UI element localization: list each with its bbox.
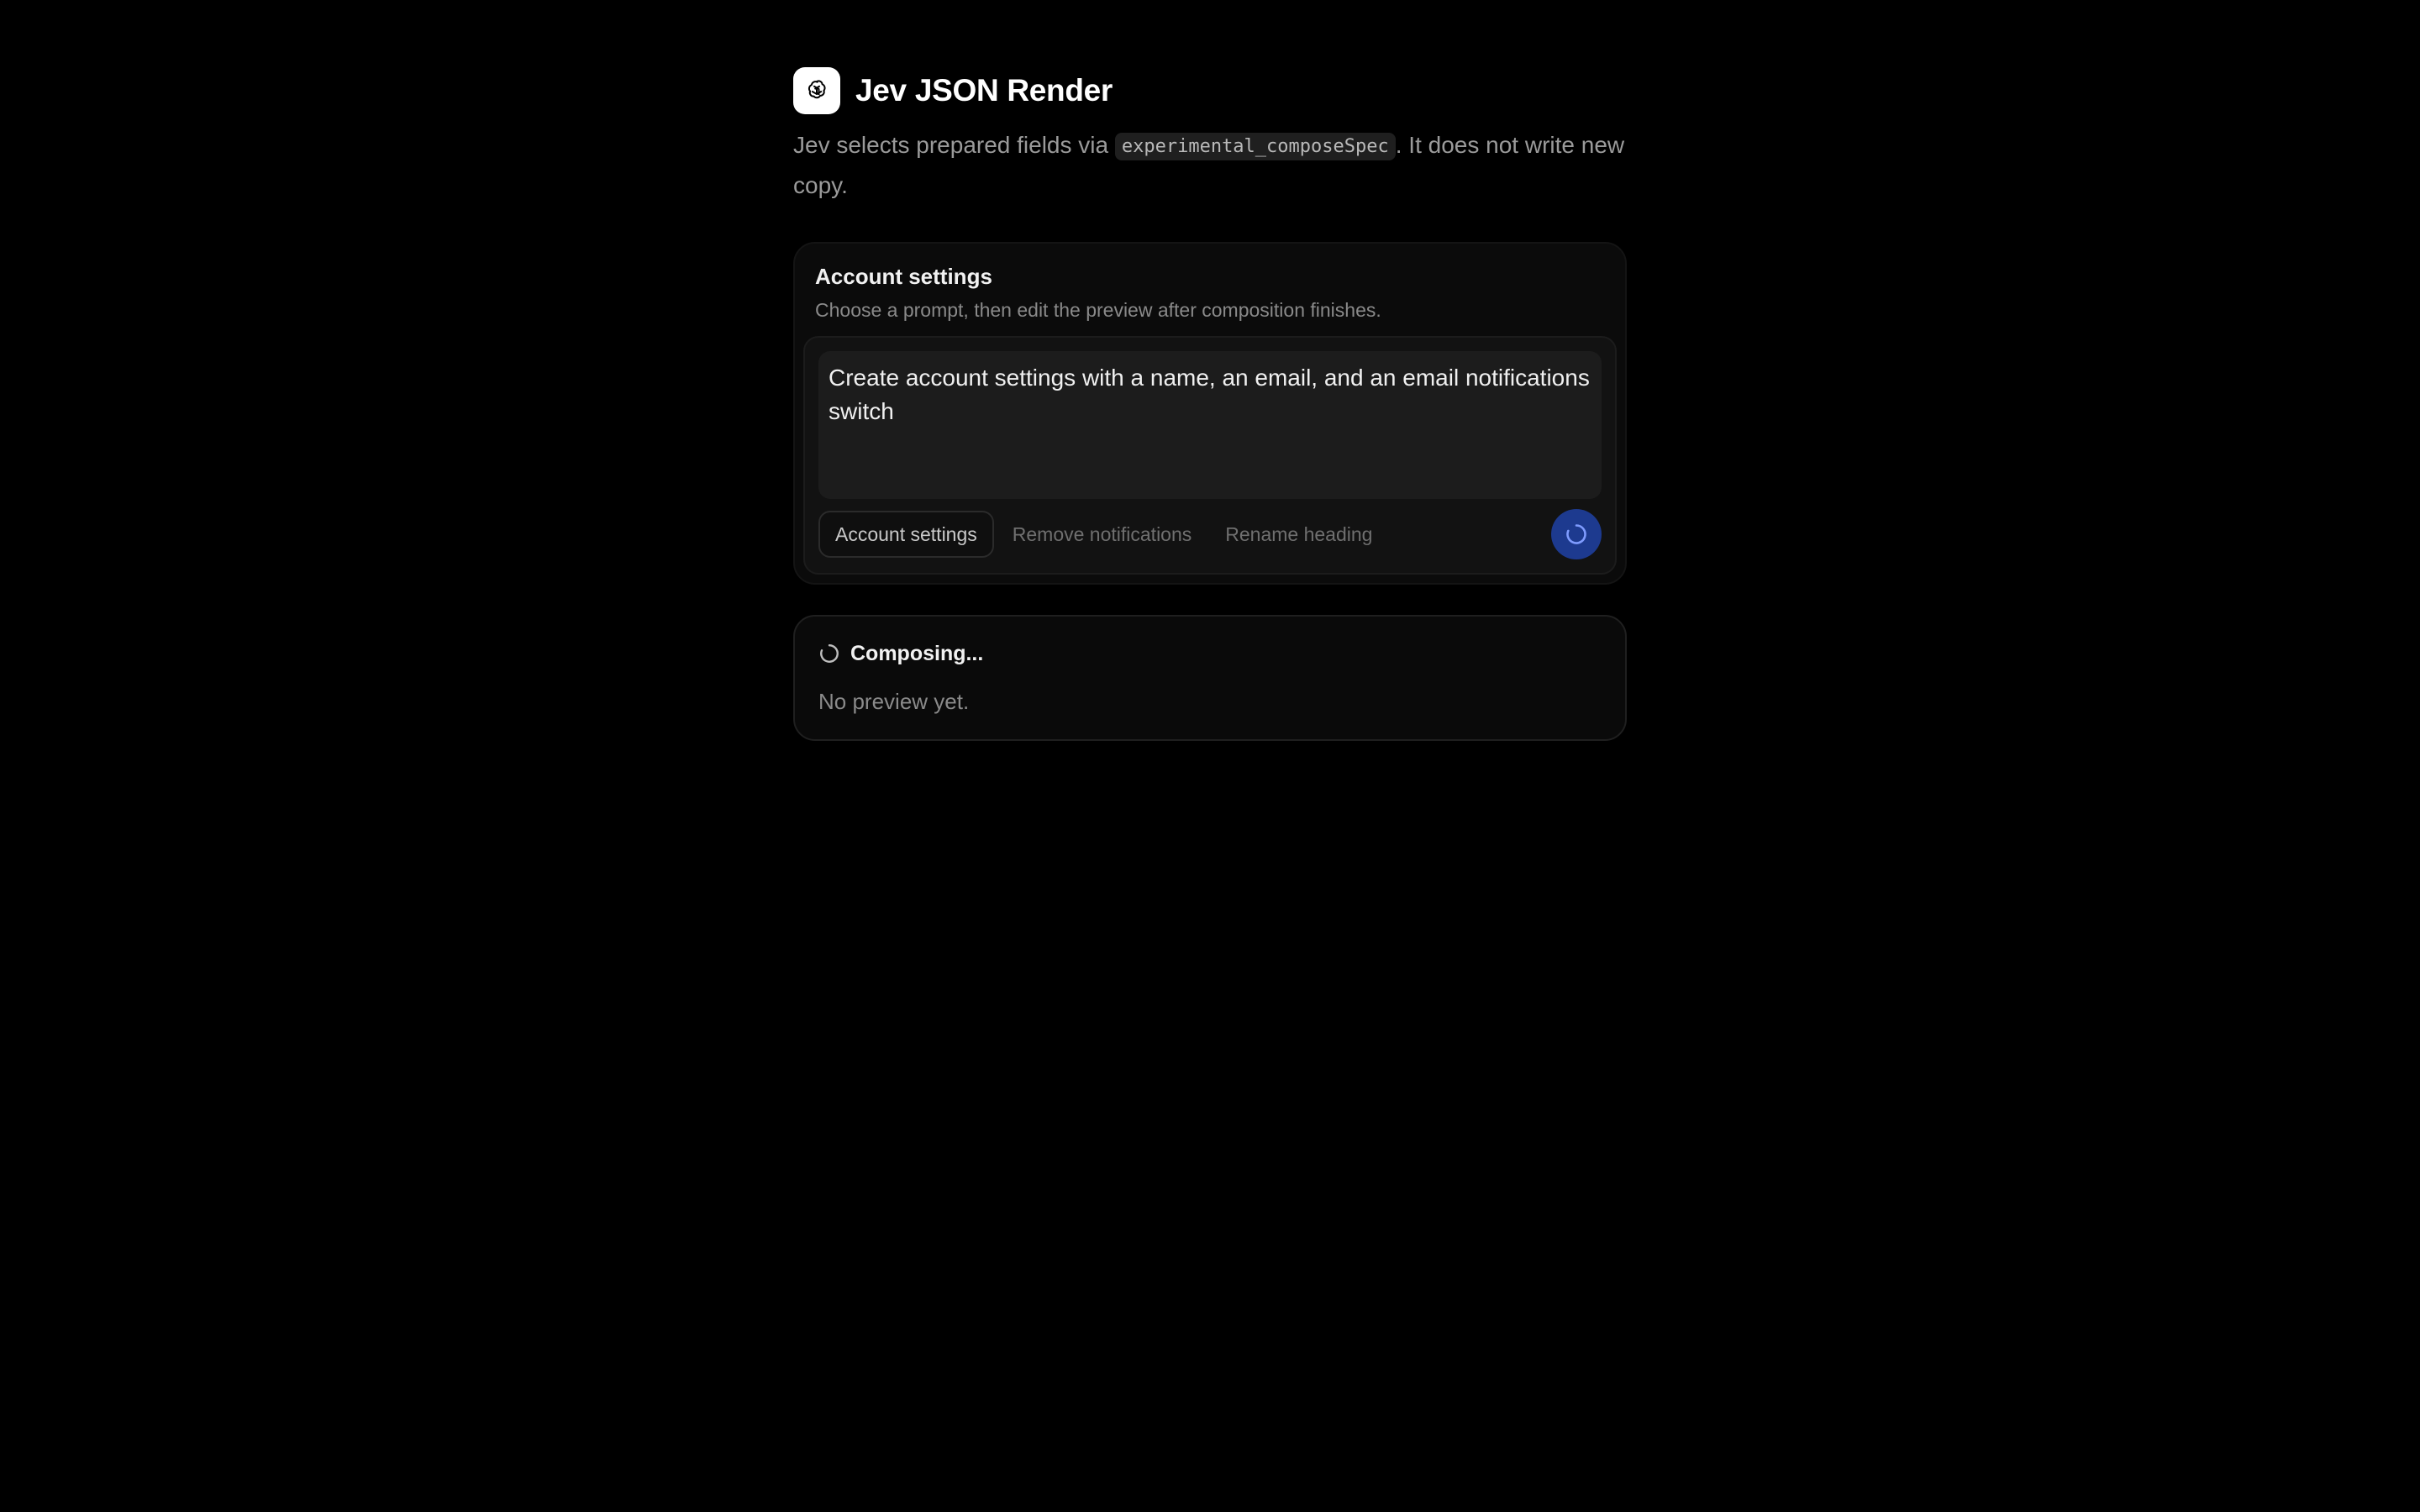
openai-knot-icon (808, 80, 826, 99)
card-title: Account settings (815, 264, 992, 289)
send-button[interactable] (1551, 509, 1602, 559)
chip-account-settings[interactable]: Account settings (818, 511, 994, 558)
composer-card: Account settings Choose a prompt, then e… (793, 242, 1627, 585)
app-subtitle: Jev selects prepared fields via experime… (793, 126, 1627, 205)
subtitle-code: experimental_composeSpec (1114, 133, 1396, 160)
prompt-actions: Account settings Remove notifications Re… (818, 509, 1602, 559)
spinner-icon (1566, 524, 1586, 544)
empty-preview-message: No preview yet. (818, 689, 970, 714)
subtitle-prefix: Jev selects prepared fields via (793, 132, 1115, 158)
prompt-input[interactable]: Create account settings with a name, an … (818, 351, 1602, 499)
status-text: Composing... (850, 641, 984, 665)
app-title: Jev JSON Render (855, 73, 1113, 108)
chip-rename-heading[interactable]: Rename heading (1210, 511, 1387, 558)
spinner-icon (820, 644, 839, 663)
chip-remove-notifications[interactable]: Remove notifications (997, 511, 1207, 558)
app-logo (793, 67, 840, 114)
preview-panel: Composing... No preview yet. (793, 615, 1627, 741)
app-header: Jev JSON Render (793, 67, 1627, 114)
status-row: Composing... (818, 640, 1602, 667)
prompt-composer: Create account settings with a name, an … (803, 336, 1617, 575)
page: Jev JSON Render Jev selects prepared fie… (793, 67, 1627, 741)
card-description: Choose a prompt, then edit the preview a… (815, 299, 1381, 321)
